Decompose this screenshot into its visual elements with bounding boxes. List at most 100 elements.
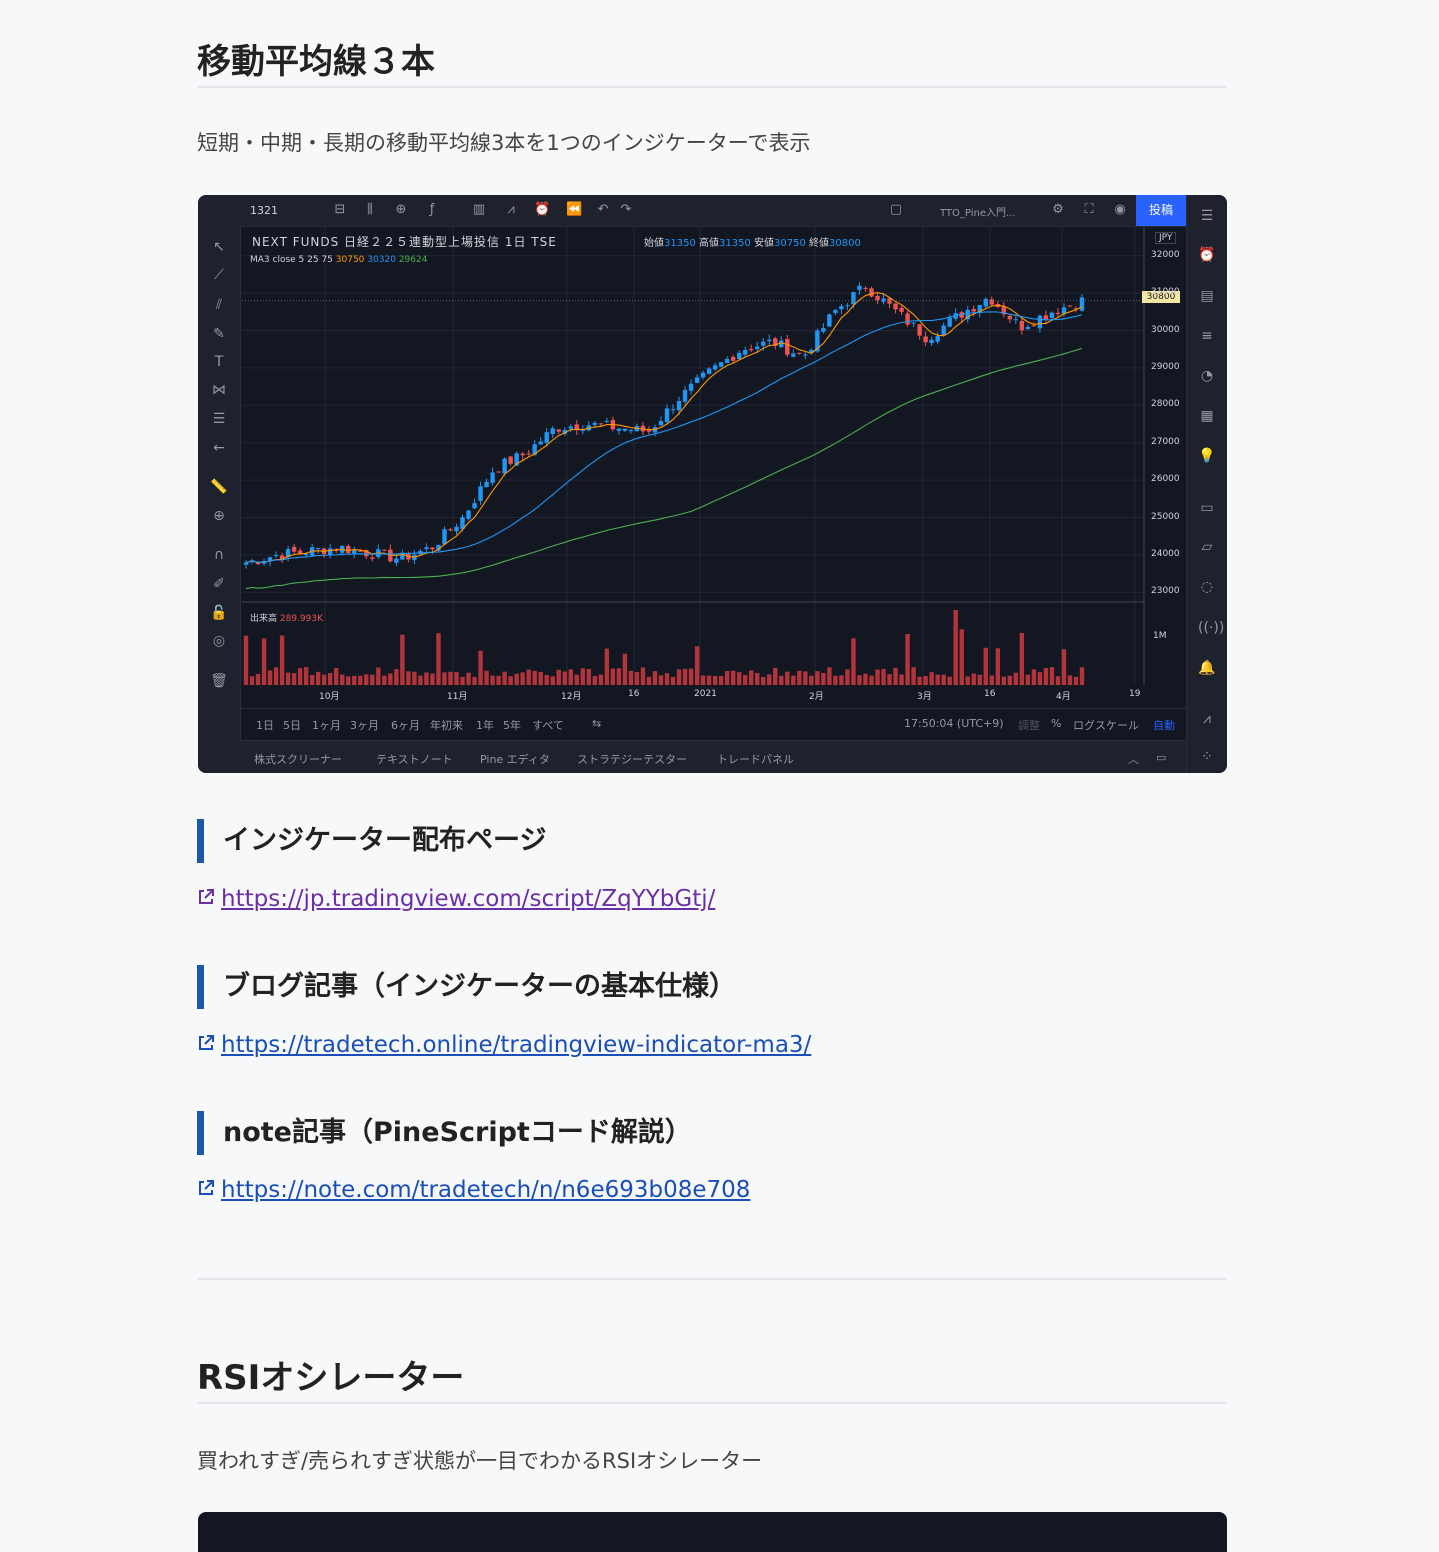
volume-bar — [857, 675, 862, 685]
details-icon[interactable]: ▤ — [1198, 287, 1216, 305]
forecast-icon[interactable]: ☰ — [210, 410, 228, 428]
alert-icon[interactable]: ⏰ — [534, 202, 550, 218]
candle-body — [688, 383, 694, 391]
link-blog-article[interactable]: https://tradetech.online/tradingview-ind… — [197, 1032, 811, 1058]
more-icon[interactable]: ⁘ — [1198, 748, 1216, 766]
volume-bar — [478, 650, 483, 685]
scale-log[interactable]: ログスケール — [1073, 717, 1139, 733]
volume-bar — [297, 668, 303, 685]
fib-icon[interactable]: ⫽ — [210, 296, 228, 314]
scale-percent[interactable]: % — [1051, 717, 1061, 730]
streams-icon[interactable]: ◌ — [1198, 578, 1216, 596]
range-button[interactable]: 年初来 — [430, 717, 463, 733]
volume-bar — [1013, 672, 1019, 685]
messages-icon[interactable]: ▱ — [1198, 538, 1216, 556]
brush-icon[interactable]: ✎ — [210, 325, 228, 343]
layout-name[interactable]: TTO_Pine入門... — [940, 204, 1016, 219]
trend-line-icon[interactable]: ⟋ — [210, 266, 228, 284]
range-button[interactable]: 5日 — [283, 717, 301, 733]
alarm-icon[interactable]: ⏰ — [1198, 246, 1216, 264]
range-button[interactable]: 3ヶ月 — [350, 717, 379, 733]
candle-body — [478, 486, 483, 501]
candle-body — [712, 365, 718, 370]
volume-bar — [1073, 676, 1079, 685]
indicators-icon[interactable]: ƒ — [424, 202, 440, 218]
scale-adjust[interactable]: 調整 — [1018, 717, 1040, 733]
pattern-icon[interactable]: ⋈ — [210, 381, 228, 399]
panel-tab[interactable]: Pine エディタ — [480, 751, 550, 767]
link-note-article[interactable]: https://note.com/tradetech/n/n6e693b08e7… — [197, 1177, 750, 1203]
candle-body — [755, 346, 760, 350]
ruler-icon[interactable]: 📏 — [210, 478, 228, 496]
range-button[interactable]: すべて — [532, 717, 564, 733]
panel-tab[interactable]: テキストノート — [376, 751, 453, 767]
range-button[interactable]: 5年 — [503, 717, 521, 733]
panel-tab[interactable]: トレードパネル — [717, 751, 794, 767]
lock-drawing-icon[interactable]: ✐ — [210, 575, 228, 593]
ticker-symbol[interactable]: 1321 — [250, 204, 278, 217]
calendar-icon[interactable]: ▦ — [1198, 407, 1216, 425]
volume-bar — [1037, 672, 1043, 685]
range-button[interactable]: 1ヶ月 — [312, 717, 341, 733]
chats-icon[interactable]: ▭ — [1198, 499, 1216, 517]
volume-bar — [352, 675, 357, 685]
volume-bar — [947, 676, 952, 685]
candle-body — [724, 358, 730, 363]
maximize-icon[interactable]: ▭ — [1156, 751, 1166, 764]
templates-icon[interactable]: ▥ — [471, 202, 487, 218]
settings-gear-icon[interactable]: ⚙ — [1050, 202, 1066, 218]
data-window-icon[interactable]: ⩘ — [1198, 710, 1216, 728]
undo-icon[interactable]: ↶ — [595, 202, 611, 218]
range-button[interactable]: 1日 — [256, 717, 274, 733]
camera-icon[interactable]: ◉ — [1112, 202, 1128, 218]
volume-bar — [610, 668, 616, 685]
volume-bar — [448, 671, 453, 685]
volume-bar — [580, 668, 586, 685]
candle-body — [448, 529, 453, 531]
cursor-icon[interactable]: ↖ — [210, 238, 228, 256]
volume-bar — [911, 667, 916, 685]
redo-icon[interactable]: ↷ — [618, 202, 634, 218]
lock-icon[interactable]: 🔓 — [210, 604, 228, 622]
scale-auto[interactable]: 自動 — [1153, 717, 1175, 733]
volume-bar — [514, 673, 519, 685]
fullscreen-icon[interactable]: ⛶ — [1081, 202, 1097, 218]
panel-tab[interactable]: ストラテジーテスター — [577, 751, 687, 767]
candle-body — [989, 299, 994, 305]
collapse-icon[interactable]: ︿ — [1128, 751, 1139, 767]
replay-icon[interactable]: ⏪ — [566, 202, 582, 218]
magnet-icon[interactable]: ∩ — [210, 546, 228, 564]
range-button[interactable]: 6ヶ月 — [391, 717, 420, 733]
volume-bar — [544, 674, 549, 685]
back-arrow-icon[interactable]: ← — [210, 439, 228, 457]
candle-body — [797, 352, 802, 354]
ideas-icon[interactable]: 💡 — [1198, 447, 1216, 465]
volume-bar — [815, 671, 820, 685]
volume-bar — [604, 648, 610, 685]
price-axis-label: 23000 — [1151, 586, 1180, 597]
volume-bar — [706, 675, 712, 685]
candle-style-icon[interactable]: ⫼ — [362, 202, 378, 218]
layout-icon[interactable]: ▢ — [888, 202, 904, 218]
post-button[interactable]: 投稿 — [1136, 195, 1186, 226]
trash-icon[interactable]: 🗑 — [210, 672, 228, 690]
goto-date-icon[interactable]: ⇆ — [592, 717, 601, 730]
hotlist-icon[interactable]: ◔ — [1198, 367, 1216, 385]
watchlist-icon[interactable]: ☰ — [1198, 207, 1216, 225]
interval-icon[interactable]: ⊟ — [332, 202, 348, 218]
volume-bar — [562, 671, 567, 685]
notifications-icon[interactable]: 🔔 — [1198, 659, 1216, 677]
news-icon[interactable]: ≡ — [1198, 327, 1216, 345]
candle-body — [971, 309, 976, 312]
panel-tab[interactable]: 株式スクリーナー — [254, 751, 342, 767]
eye-icon[interactable]: ◎ — [210, 632, 228, 650]
candle-body — [845, 305, 850, 307]
text-icon[interactable]: T — [210, 353, 228, 371]
link-indicator-page[interactable]: https://jp.tradingview.com/script/ZqYYbG… — [197, 886, 715, 912]
zoom-icon[interactable]: ⊕ — [210, 507, 228, 525]
chart-type-icon[interactable]: ⩘ — [503, 202, 519, 218]
volume-bar — [712, 675, 718, 685]
broadcast-icon[interactable]: ((·)) — [1198, 619, 1224, 637]
range-button[interactable]: 1年 — [476, 717, 494, 733]
compare-icon[interactable]: ⊕ — [393, 202, 409, 218]
